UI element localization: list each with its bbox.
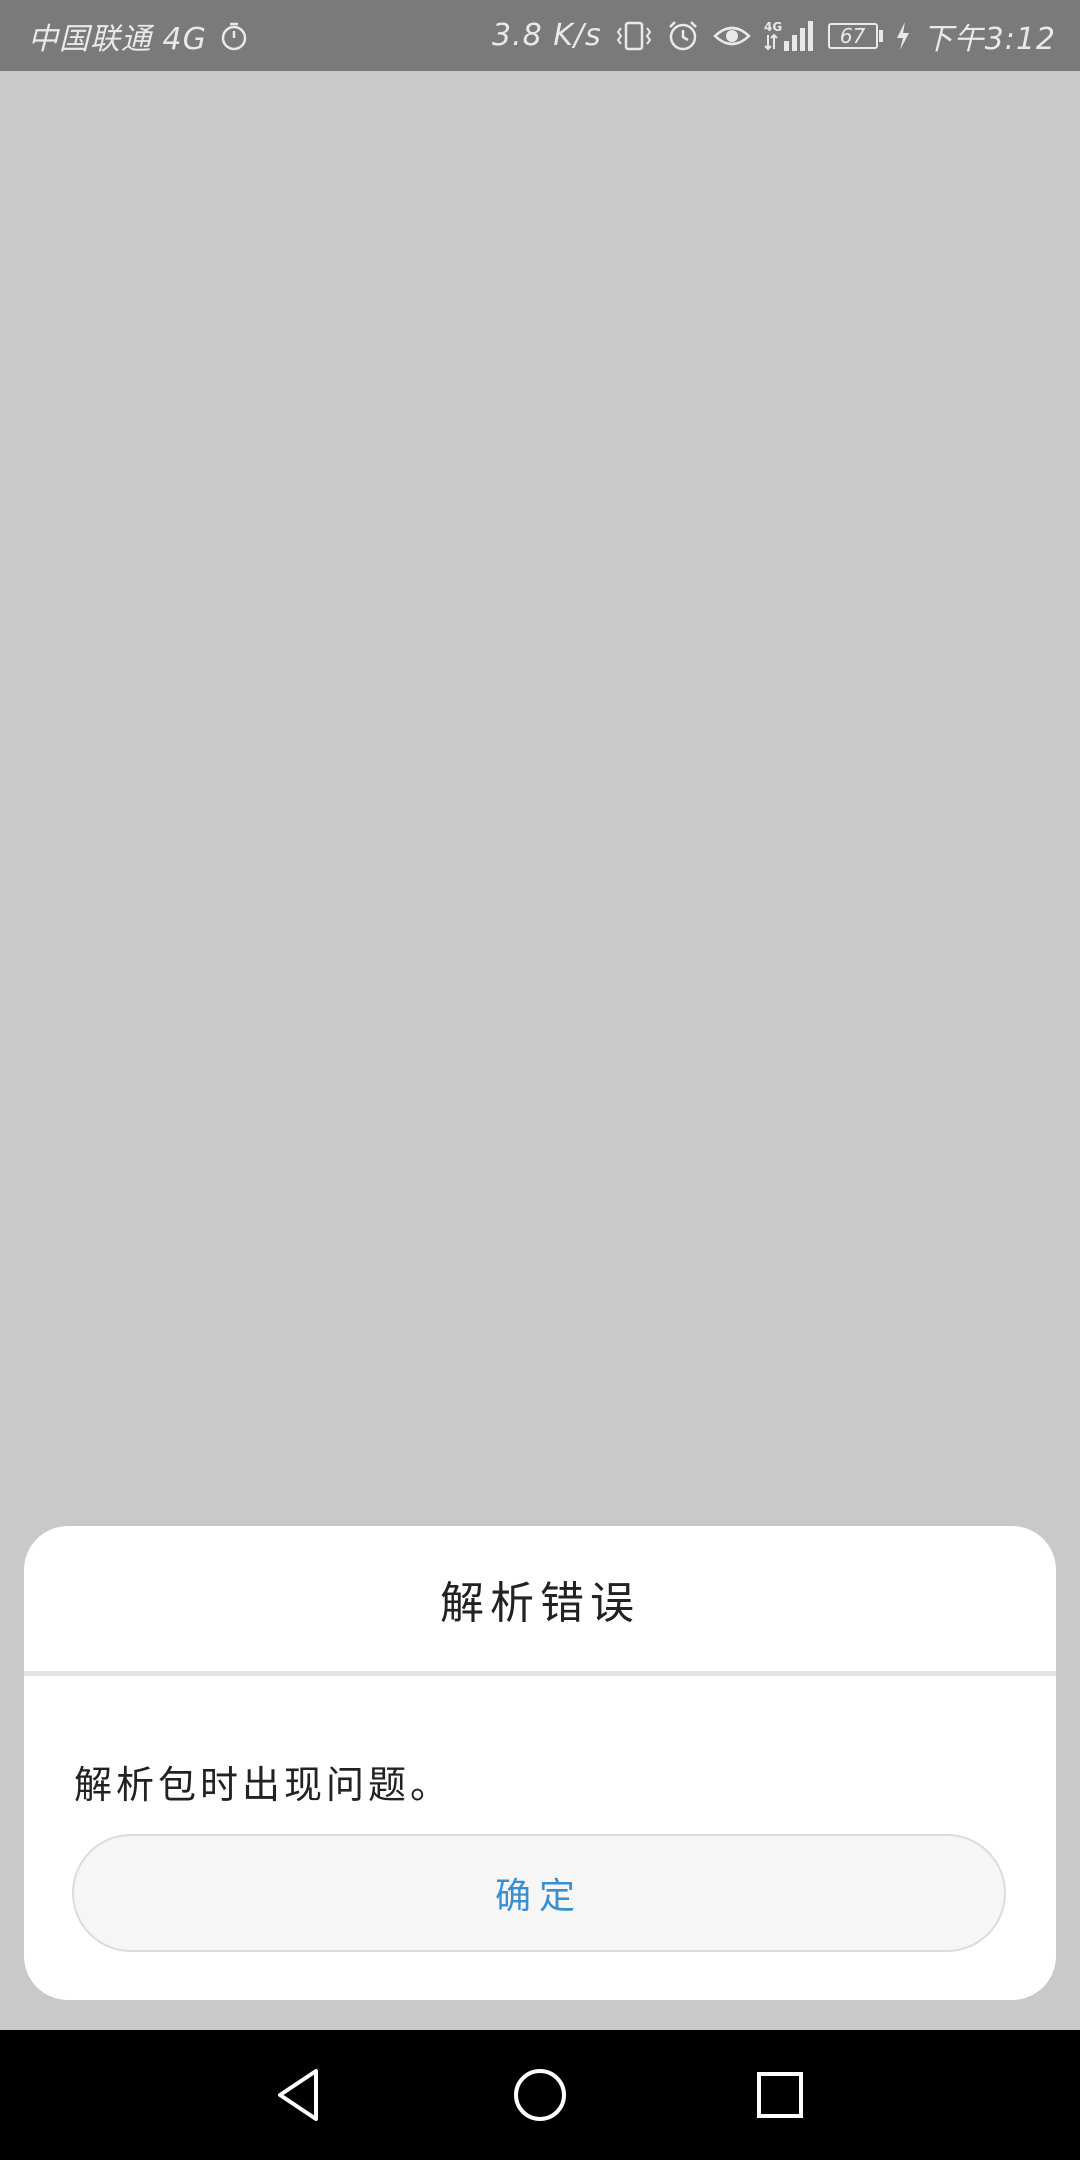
carrier-label: 中国联通 4G xyxy=(28,21,207,57)
battery-tip xyxy=(878,29,883,42)
battery-level: 67 xyxy=(827,22,878,49)
eye-icon xyxy=(712,21,752,51)
dialog-message: 解析包时出现问题。 xyxy=(74,1763,453,1807)
vibrate-icon xyxy=(614,20,654,52)
dialog-divider xyxy=(24,1671,1056,1676)
dialog-title: 解析错误 xyxy=(440,1577,640,1629)
alarm-icon xyxy=(666,19,700,53)
battery-icon: 67 xyxy=(827,22,883,49)
network-speed: 3.8 K/s xyxy=(491,18,602,53)
error-dialog: 解析错误 解析包时出现问题。 确定 xyxy=(24,1526,1056,2000)
network-type-label: 4G xyxy=(764,20,782,34)
home-icon[interactable] xyxy=(500,2055,580,2135)
status-bar-left: 中国联通 4G xyxy=(28,14,249,58)
navigation-bar xyxy=(0,2030,1080,2160)
status-bar-right: 3.8 K/s 4G 67 下午3:12 xyxy=(492,14,1056,58)
recents-icon[interactable] xyxy=(740,2055,820,2135)
stopwatch-icon xyxy=(219,21,249,51)
screen: 中国联通 4G 3.8 K/s 4G 67 下午3:12 解析错误 解析包时出现… xyxy=(0,0,1080,2160)
signal-icon: 4G xyxy=(764,19,816,53)
ok-button[interactable]: 确定 xyxy=(72,1834,1006,1952)
charging-icon xyxy=(895,21,911,51)
back-icon[interactable] xyxy=(260,2055,340,2135)
status-bar: 中国联通 4G 3.8 K/s 4G 67 下午3:12 xyxy=(0,0,1080,71)
clock: 下午3:12 xyxy=(922,21,1056,57)
